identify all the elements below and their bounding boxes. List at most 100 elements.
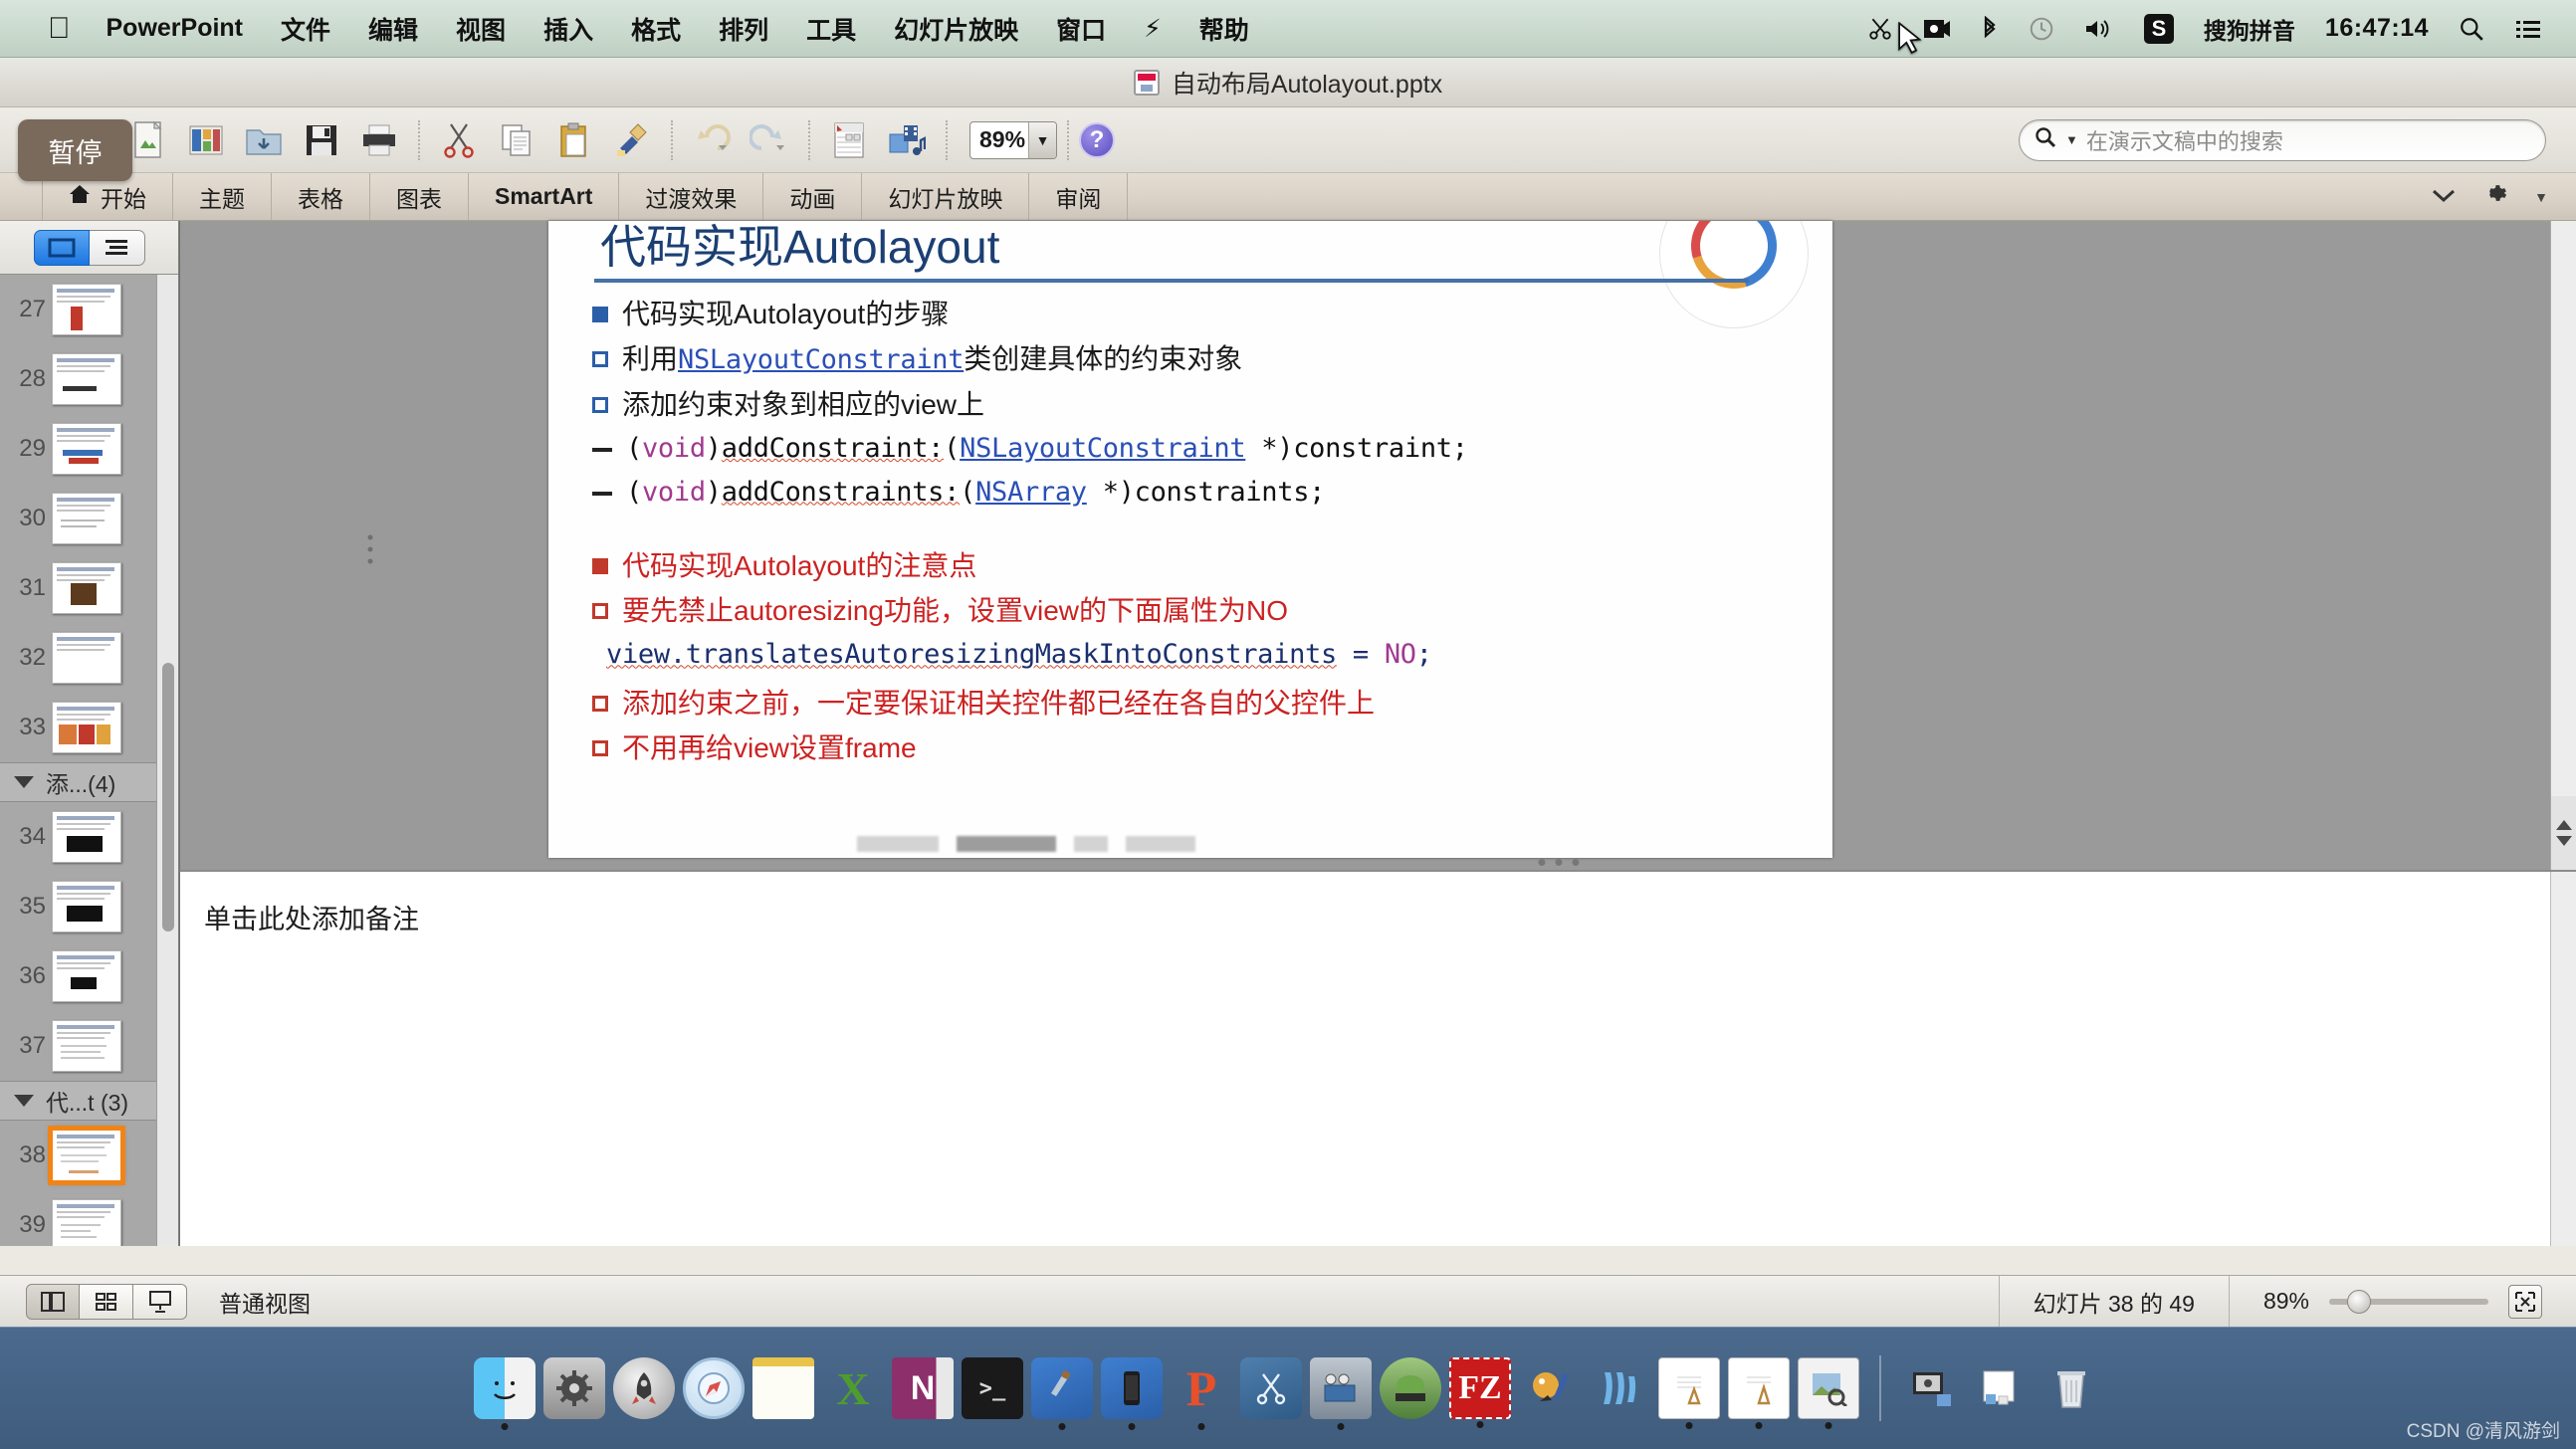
menubar-clock[interactable]: 16:47:14	[2325, 14, 2429, 43]
snip-tool-icon[interactable]	[1240, 1357, 1302, 1419]
appstore-icon[interactable]	[1728, 1357, 1790, 1419]
time-machine-icon[interactable]	[2029, 16, 2054, 42]
menu-item-powerpoint[interactable]: PowerPoint	[107, 14, 244, 43]
tab-charts[interactable]: 图表	[370, 173, 469, 220]
print-icon[interactable]	[350, 114, 408, 166]
menu-item-slideshow[interactable]: 幻灯片放映	[894, 11, 1018, 47]
disclosure-triangle-icon[interactable]	[14, 1095, 34, 1107]
quicktime-icon[interactable]	[1310, 1357, 1372, 1419]
scroll-arrows[interactable]	[2551, 796, 2576, 870]
search-dropdown-arrow-icon[interactable]: ▼	[2065, 132, 2078, 147]
thumbnail-row[interactable]: 34	[0, 802, 178, 872]
presenter-view-icon[interactable]	[133, 1284, 187, 1320]
zoom-slider-thumb[interactable]	[2347, 1290, 2371, 1314]
menu-item-view[interactable]: 视图	[456, 11, 506, 47]
paint-icon[interactable]	[1519, 1357, 1581, 1419]
menu-item-edit[interactable]: 编辑	[368, 11, 418, 47]
slide-thumbnail[interactable]	[52, 1199, 121, 1246]
menu-item-arrange[interactable]: 排列	[719, 11, 768, 47]
bullet-item[interactable]: 添加约束对象到相应的view上	[592, 387, 1797, 422]
ime-label[interactable]: 搜狗拼音	[2204, 12, 2295, 46]
theme-icon[interactable]	[177, 114, 235, 166]
thumbnail-row[interactable]: 38	[0, 1121, 178, 1190]
left-split-grip[interactable]	[365, 529, 375, 574]
slide-sorter-icon[interactable]	[80, 1284, 133, 1320]
menu-item-format[interactable]: 格式	[631, 11, 681, 47]
search-box[interactable]: ▼ 在演示文稿中的搜索	[2019, 119, 2546, 161]
slide-thumbnail[interactable]	[52, 493, 121, 544]
pause-overlay-badge[interactable]: 暂停	[18, 119, 132, 181]
tab-review[interactable]: 审阅	[1029, 173, 1128, 220]
thumbnail-row[interactable]: 27	[0, 275, 178, 344]
gear-icon[interactable]	[2482, 180, 2508, 213]
slide-canvas[interactable]: 代码实现Autolayout 代码实现Autolayout的步骤 利用NSLay…	[548, 221, 1832, 858]
pane-resize-grip[interactable]	[1539, 859, 1580, 866]
thumbnail-row[interactable]: 33	[0, 693, 178, 762]
notes-placeholder[interactable]: 单击此处添加备注	[204, 898, 2576, 936]
thumbnail-section-header[interactable]: 代...t (3)	[0, 1081, 178, 1121]
thumbnail-row[interactable]: 30	[0, 484, 178, 553]
disclosure-triangle-icon[interactable]	[14, 776, 34, 788]
gear-dropdown-arrow-icon[interactable]: ▼	[2534, 189, 2548, 205]
bullet-item[interactable]: (void)addConstraint:(NSLayoutConstraint …	[592, 432, 1797, 466]
filezilla-icon[interactable]: FZ	[1449, 1357, 1511, 1419]
tab-transitions[interactable]: 过渡效果	[619, 173, 763, 220]
media-icon[interactable]	[878, 114, 936, 166]
notes-scrollbar[interactable]	[2550, 872, 2576, 1246]
paste-icon[interactable]	[545, 114, 603, 166]
canvas-vertical-scrollbar[interactable]	[2550, 221, 2576, 870]
thumbnail-row[interactable]: 35	[0, 872, 178, 941]
lightning-icon[interactable]: ⚡	[1144, 14, 1162, 44]
simulator-icon[interactable]	[1101, 1357, 1163, 1419]
screen-sharing-icon[interactable]	[1901, 1357, 1963, 1419]
slide-thumbnail[interactable]	[52, 881, 121, 932]
slide-thumbnail[interactable]	[52, 702, 121, 753]
bullet-item[interactable]: 要先禁止autoresizing功能，设置view的下面属性为NO	[592, 593, 1797, 628]
apple-logo-icon[interactable]: 	[48, 14, 71, 44]
undo-icon[interactable]	[683, 114, 741, 166]
slides-view-icon[interactable]	[34, 230, 90, 266]
slide-thumbnail[interactable]	[52, 284, 121, 335]
fit-to-window-icon[interactable]	[2508, 1285, 2542, 1319]
menu-item-insert[interactable]: 插入	[543, 11, 593, 47]
slide-title[interactable]: 代码实现Autolayout	[600, 221, 999, 277]
slide-thumbnail[interactable]	[52, 1020, 121, 1072]
launchpad-icon[interactable]	[613, 1357, 675, 1419]
tab-animations[interactable]: 动画	[763, 173, 862, 220]
thumbnail-row[interactable]: 31	[0, 553, 178, 623]
safari-icon[interactable]	[683, 1357, 745, 1419]
bullet-item[interactable]: 代码实现Autolayout的步骤	[592, 297, 1797, 331]
documents-stack-icon[interactable]	[1971, 1357, 2033, 1419]
trash-icon[interactable]	[2040, 1357, 2102, 1419]
outline-view-icon[interactable]	[90, 230, 145, 266]
cut-icon[interactable]	[430, 114, 488, 166]
chevron-down-icon[interactable]	[2431, 183, 2457, 211]
slide-thumbnail[interactable]	[52, 1130, 121, 1181]
bullet-item[interactable]: 利用NSLayoutConstraint类创建具体的约束对象	[592, 341, 1797, 377]
thumbnail-row[interactable]: 37	[0, 1011, 178, 1081]
search-icon[interactable]	[2034, 125, 2057, 154]
preview-icon[interactable]	[1798, 1357, 1859, 1419]
tab-smartart[interactable]: SmartArt	[469, 173, 619, 220]
format-painter-icon[interactable]	[603, 114, 661, 166]
bullet-item[interactable]: view.translatesAutoresizingMaskIntoConst…	[592, 638, 1797, 672]
bullet-item[interactable]: (void)addConstraints:(NSArray *)constrai…	[592, 476, 1797, 510]
bullet-item[interactable]: 不用再给view设置frame	[592, 730, 1797, 765]
menu-item-help[interactable]: 帮助	[1199, 11, 1249, 47]
parallels-icon[interactable]: P	[1171, 1357, 1232, 1419]
system-preferences-icon[interactable]	[543, 1357, 605, 1419]
scrollbar-thumb[interactable]	[162, 663, 174, 932]
sogou-ime-badge[interactable]: S	[2144, 14, 2174, 44]
redo-icon[interactable]	[741, 114, 798, 166]
scroll-up-arrow-icon[interactable]	[2556, 820, 2572, 830]
notification-center-icon[interactable]	[2514, 17, 2542, 41]
help-icon[interactable]: ?	[1079, 122, 1115, 158]
terminal-icon[interactable]: >_	[962, 1357, 1023, 1419]
excel-icon[interactable]: X	[822, 1357, 884, 1419]
open-icon[interactable]	[235, 114, 293, 166]
bullet-item[interactable]: 添加约束之前，一定要保证相关控件都已经在各自的父控件上	[592, 686, 1797, 721]
slide-thumbnail[interactable]	[52, 632, 121, 684]
bluetooth-icon[interactable]	[1981, 16, 1999, 42]
bullet-item[interactable]: 代码实现Autolayout的注意点	[592, 548, 1797, 583]
save-icon[interactable]	[293, 114, 350, 166]
